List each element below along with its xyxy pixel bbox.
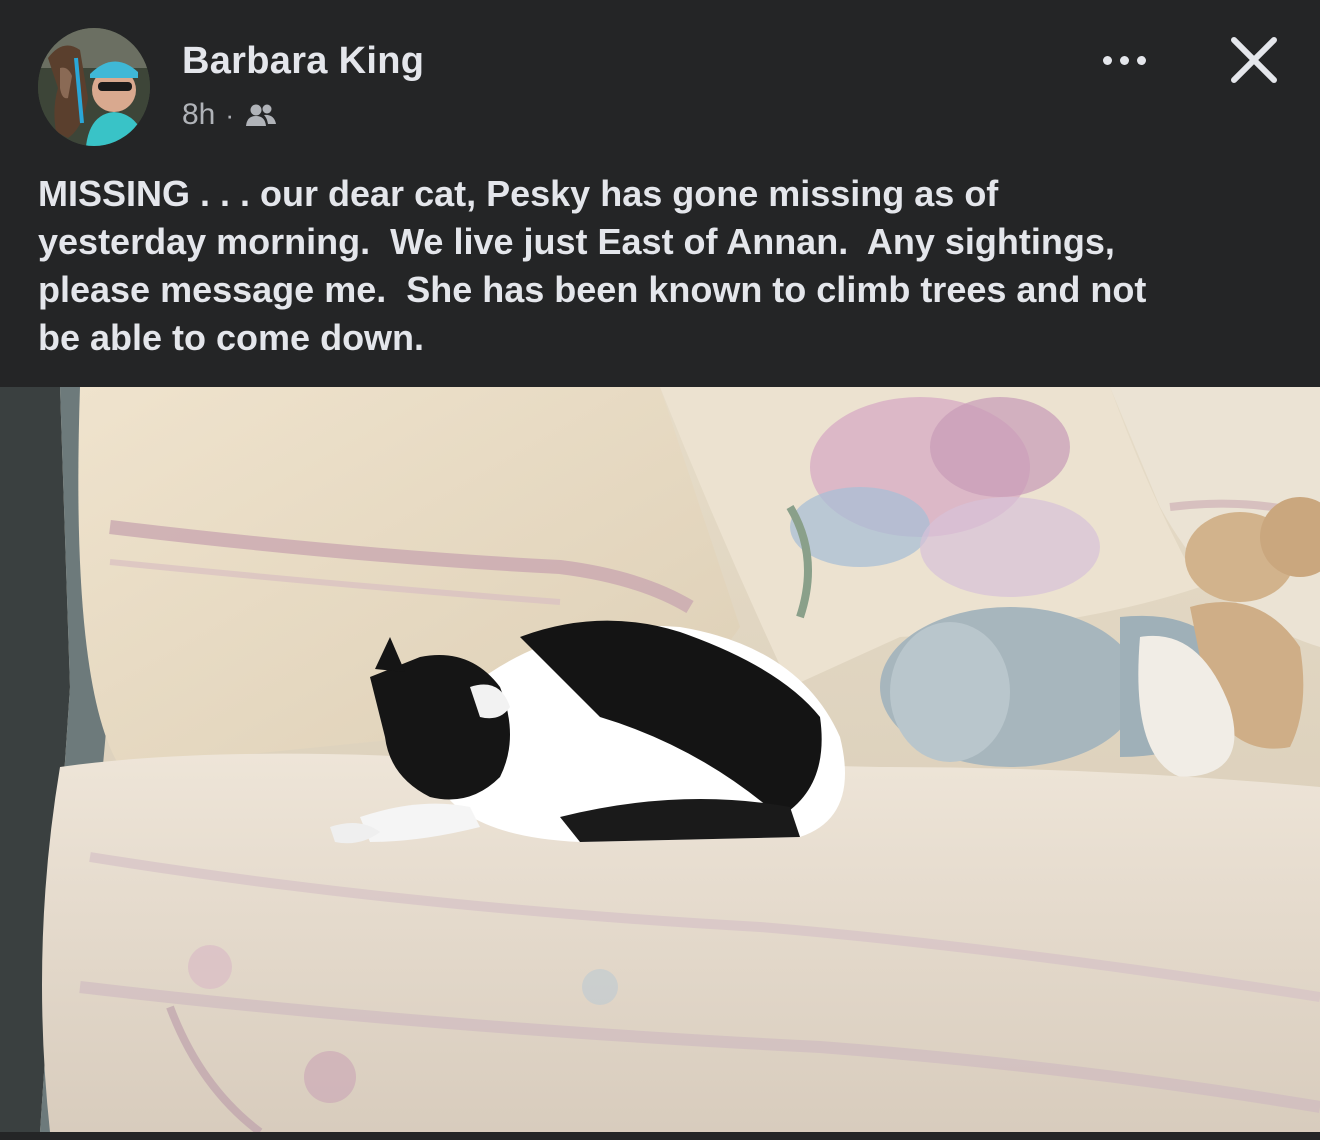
- post-header: Barbara King 8h ·: [0, 0, 1320, 160]
- cat-on-sofa-image: [0, 387, 1320, 1132]
- post-timestamp[interactable]: 8h: [182, 98, 215, 132]
- more-options-button[interactable]: [1094, 40, 1154, 80]
- close-icon[interactable]: [1222, 30, 1286, 90]
- avatar-image: [38, 28, 150, 146]
- post-text: MISSING . . . our dear cat, Pesky has go…: [38, 173, 1147, 358]
- post-meta: 8h ·: [182, 95, 278, 135]
- meta-separator: ·: [225, 99, 235, 130]
- author-name[interactable]: Barbara King: [182, 40, 424, 83]
- more-horizontal-icon-dot: [1119, 55, 1129, 65]
- more-horizontal-icon-dot: [1136, 55, 1146, 65]
- post-photo[interactable]: [0, 387, 1320, 1132]
- friends-icon[interactable]: [244, 101, 278, 129]
- more-horizontal-icon: [1102, 55, 1112, 65]
- author-avatar[interactable]: [38, 28, 150, 146]
